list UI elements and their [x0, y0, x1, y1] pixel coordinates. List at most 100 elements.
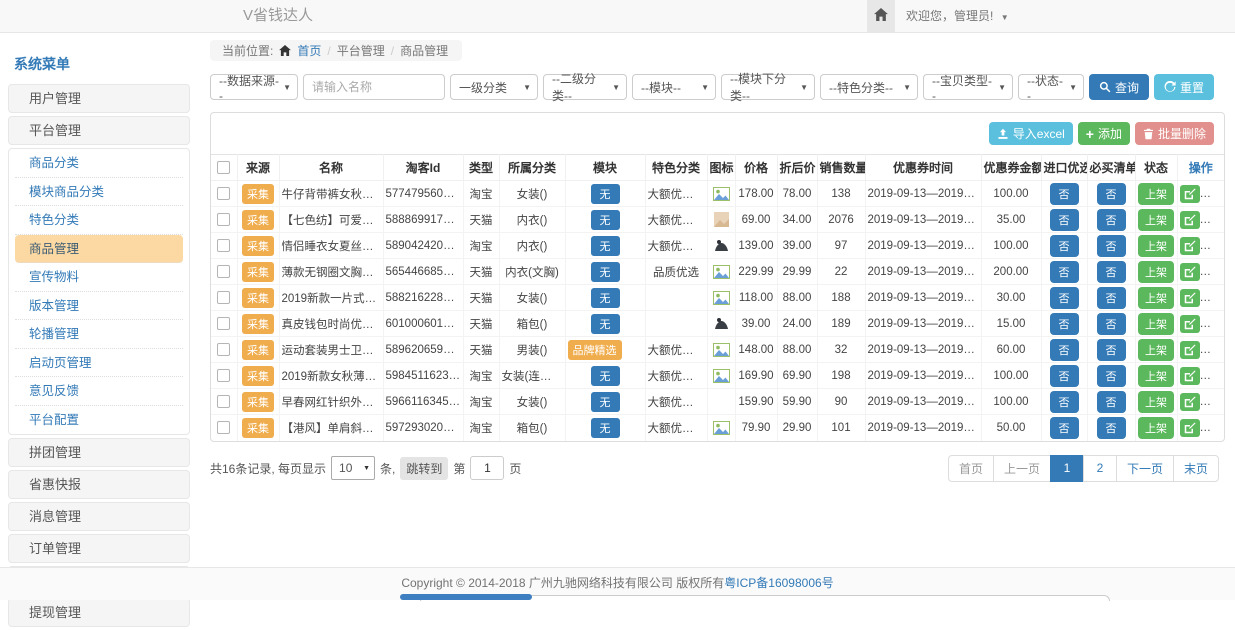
sidebar-group-bottom-1[interactable]: 省惠快报: [8, 470, 190, 499]
status-button[interactable]: 上架: [1138, 235, 1174, 257]
sidebar-group-bottom-5[interactable]: 提现管理: [8, 598, 190, 627]
import-select-toggle-button[interactable]: 否: [1050, 261, 1079, 283]
sidebar-group-bottom-0[interactable]: 拼团管理: [8, 438, 190, 467]
row-checkbox[interactable]: [217, 265, 230, 278]
taoke-id: 589620659791: [383, 337, 463, 363]
import-select-toggle-button[interactable]: 否: [1050, 235, 1079, 257]
filter-module[interactable]: --模块--▼: [632, 74, 716, 100]
sidebar-group-bottom-3[interactable]: 订单管理: [8, 534, 190, 563]
feature-category: 品质优选: [645, 259, 707, 285]
filter-status[interactable]: --状态--▼: [1018, 74, 1084, 100]
user-menu[interactable]: 欢迎您，管理员! ▼: [906, 0, 1009, 34]
status-button[interactable]: 上架: [1138, 261, 1174, 283]
icp-link[interactable]: 粤ICP备16098006号: [724, 576, 833, 590]
row-checkbox[interactable]: [217, 317, 230, 330]
import-select-toggle-button[interactable]: 否: [1050, 287, 1079, 309]
import-select-toggle-button[interactable]: 否: [1050, 365, 1079, 387]
sidebar-group-user-mgmt[interactable]: 用户管理: [8, 84, 190, 113]
edit-button[interactable]: [1180, 211, 1200, 229]
row-checkbox[interactable]: [217, 239, 230, 252]
sidebar-group-platform-mgmt[interactable]: 平台管理: [8, 116, 190, 145]
must-buy-toggle-button[interactable]: 否: [1097, 365, 1126, 387]
row-checkbox[interactable]: [217, 421, 230, 434]
sidebar-subitem-8[interactable]: 意见反馈: [15, 377, 183, 406]
edit-button[interactable]: [1180, 419, 1200, 437]
jump-to-button[interactable]: 跳转到: [400, 457, 448, 480]
filter-item-type[interactable]: --宝贝类型--▼: [923, 74, 1013, 100]
sidebar-subitem-7[interactable]: 启动页管理: [15, 349, 183, 378]
jump-page-input[interactable]: [470, 456, 504, 480]
edit-button[interactable]: [1180, 315, 1200, 333]
sidebar-subitem-3[interactable]: 商品管理: [15, 235, 183, 264]
edit-button[interactable]: [1180, 393, 1200, 411]
edit-button[interactable]: [1180, 237, 1200, 255]
page-button-1[interactable]: 上一页: [993, 455, 1051, 482]
page-button-0[interactable]: 首页: [948, 455, 994, 482]
import-select-toggle-button[interactable]: 否: [1050, 391, 1079, 413]
row-checkbox[interactable]: [217, 213, 230, 226]
import-select-toggle-button[interactable]: 否: [1050, 209, 1079, 231]
row-checkbox[interactable]: [217, 343, 230, 356]
status-button[interactable]: 上架: [1138, 313, 1174, 335]
edit-button[interactable]: [1180, 341, 1200, 359]
navbar-home-button[interactable]: [867, 0, 895, 32]
per-page-select[interactable]: 10 ▼: [331, 456, 375, 480]
import-select-toggle-button[interactable]: 否: [1050, 417, 1079, 439]
filter-category-2[interactable]: --二级分类--▼: [543, 74, 627, 100]
must-buy-toggle-button[interactable]: 否: [1097, 391, 1126, 413]
batch-delete-button[interactable]: 批量删除: [1135, 122, 1214, 145]
must-buy-toggle-button[interactable]: 否: [1097, 313, 1126, 335]
must-buy-toggle-button[interactable]: 否: [1097, 339, 1126, 361]
coupon-time: 2019-09-13—2019-09-17: [865, 181, 981, 207]
reset-button[interactable]: 重置: [1154, 74, 1214, 100]
product-thumb-icon: [713, 291, 730, 305]
page-button-4[interactable]: 下一页: [1116, 455, 1174, 482]
sidebar-subitem-1[interactable]: 模块商品分类: [15, 178, 183, 207]
sidebar-subitem-9[interactable]: 平台配置: [15, 406, 183, 435]
status-button[interactable]: 上架: [1138, 183, 1174, 205]
sidebar-subitem-2[interactable]: 特色分类: [15, 206, 183, 235]
edit-button[interactable]: [1180, 367, 1200, 385]
row-checkbox[interactable]: [217, 395, 230, 408]
page-button-3[interactable]: 2: [1083, 455, 1117, 482]
sidebar-subitem-5[interactable]: 版本管理: [15, 292, 183, 321]
row-checkbox[interactable]: [217, 187, 230, 200]
sidebar-subitem-4[interactable]: 宣传物料: [15, 263, 183, 292]
status-button[interactable]: 上架: [1138, 391, 1174, 413]
import-select-toggle-button[interactable]: 否: [1050, 339, 1079, 361]
filter-category-1[interactable]: 一级分类▼: [450, 74, 538, 100]
must-buy-toggle-button[interactable]: 否: [1097, 287, 1126, 309]
row-checkbox[interactable]: [217, 291, 230, 304]
import-excel-button[interactable]: 导入excel: [989, 122, 1073, 145]
select-all-checkbox[interactable]: [217, 161, 230, 174]
must-buy-toggle-button[interactable]: 否: [1097, 235, 1126, 257]
must-buy-toggle-button[interactable]: 否: [1097, 209, 1126, 231]
edit-button[interactable]: [1180, 263, 1200, 281]
must-buy-toggle-button[interactable]: 否: [1097, 183, 1126, 205]
search-button[interactable]: 查询: [1089, 74, 1149, 100]
row-checkbox[interactable]: [217, 369, 230, 382]
breadcrumb-home-link[interactable]: 首页: [297, 42, 321, 59]
status-button[interactable]: 上架: [1138, 287, 1174, 309]
sidebar-subitem-6[interactable]: 轮播管理: [15, 320, 183, 349]
status-button[interactable]: 上架: [1138, 365, 1174, 387]
status-button[interactable]: 上架: [1138, 417, 1174, 439]
page-button-5[interactable]: 末页: [1173, 455, 1219, 482]
import-select-toggle-button[interactable]: 否: [1050, 183, 1079, 205]
must-buy-toggle-button[interactable]: 否: [1097, 417, 1126, 439]
filter-module-sub[interactable]: --模块下分类--▼: [721, 74, 815, 100]
page-button-2[interactable]: 1: [1050, 455, 1084, 482]
filter-data-source[interactable]: --数据来源--▼: [210, 74, 298, 100]
must-buy-toggle-button[interactable]: 否: [1097, 261, 1126, 283]
edit-button[interactable]: [1180, 185, 1200, 203]
filter-name-input[interactable]: [303, 74, 445, 100]
edit-button[interactable]: [1180, 289, 1200, 307]
add-button[interactable]: + 添加: [1078, 122, 1130, 145]
coupon-amount: 60.00: [981, 337, 1041, 363]
filter-feature[interactable]: --特色分类--▼: [820, 74, 918, 100]
status-button[interactable]: 上架: [1138, 339, 1174, 361]
sidebar-subitem-0[interactable]: 商品分类: [15, 149, 183, 178]
status-button[interactable]: 上架: [1138, 209, 1174, 231]
sidebar-group-bottom-2[interactable]: 消息管理: [8, 502, 190, 531]
import-select-toggle-button[interactable]: 否: [1050, 313, 1079, 335]
